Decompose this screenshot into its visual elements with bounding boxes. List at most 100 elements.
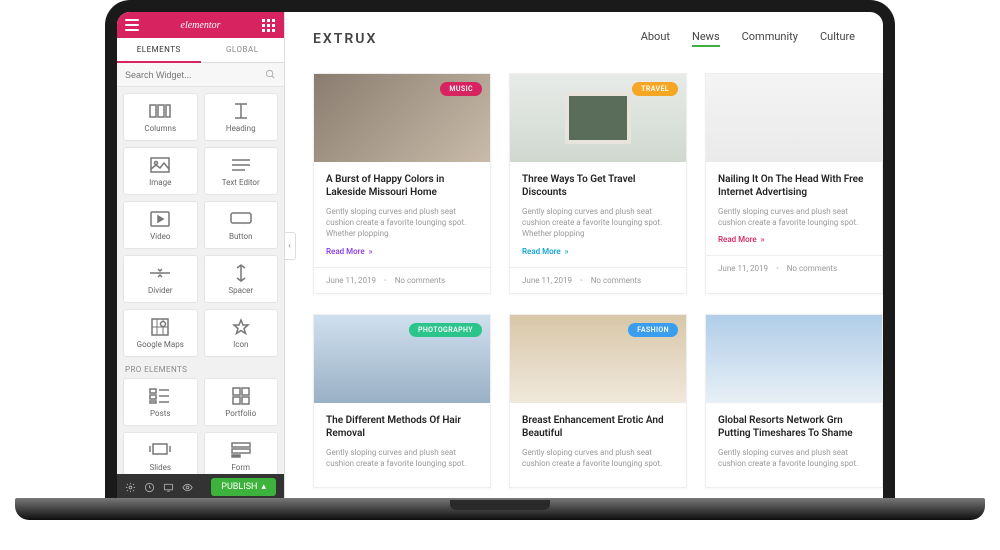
widget-image[interactable]: Image xyxy=(123,147,198,195)
post-date: June 11, 2019 xyxy=(522,276,572,285)
post-card[interactable]: FASHION Breast Enhancement Erotic And Bea… xyxy=(509,314,687,488)
tab-elements[interactable]: ELEMENTS xyxy=(117,38,201,63)
widget-divider[interactable]: Divider xyxy=(123,255,198,303)
video-icon xyxy=(150,210,170,228)
widget-list: Columns Heading Image Text Editor Video Butto… xyxy=(117,87,284,474)
editor-brand: elementor xyxy=(181,20,221,31)
columns-icon xyxy=(149,102,171,120)
category-tag[interactable]: FASHION xyxy=(628,323,678,337)
widget-google-maps[interactable]: Google Maps xyxy=(123,309,198,357)
post-date: June 11, 2019 xyxy=(326,276,376,285)
post-date: June 11, 2019 xyxy=(718,264,768,273)
widget-label: Heading xyxy=(226,124,256,133)
button-icon xyxy=(230,210,252,228)
icon-icon xyxy=(232,318,250,336)
nav-culture[interactable]: Culture xyxy=(820,30,855,47)
widget-button[interactable]: Button xyxy=(204,201,279,249)
category-tag[interactable]: MUSIC xyxy=(440,82,482,96)
search-icon xyxy=(265,69,276,80)
widget-label: Image xyxy=(149,178,171,187)
post-thumbnail: FASHION xyxy=(510,315,686,403)
spacer-icon xyxy=(233,264,249,282)
widget-heading[interactable]: Heading xyxy=(204,93,279,141)
widget-label: Form xyxy=(231,463,250,472)
nav-about[interactable]: About xyxy=(641,30,670,47)
post-card[interactable]: Global Resorts Network Grn Putting Times… xyxy=(705,314,883,488)
widget-label: Posts xyxy=(150,409,170,418)
post-card[interactable]: TRAVEL Three Ways To Get Travel Discounts… xyxy=(509,73,687,294)
nav-community[interactable]: Community xyxy=(742,30,798,47)
chevron-up-icon: ▴ xyxy=(261,482,266,492)
post-card[interactable]: MUSICA Burst of Happy Colors in Lakeside… xyxy=(313,73,491,294)
read-more-link[interactable]: Read More » xyxy=(718,235,870,244)
widget-label: Text Editor xyxy=(222,178,260,187)
widget-spacer[interactable]: Spacer xyxy=(204,255,279,303)
tab-global[interactable]: GLOBAL xyxy=(201,38,285,63)
read-more-link[interactable]: Read More » xyxy=(326,247,478,256)
widget-video[interactable]: Video xyxy=(123,201,198,249)
read-more-link[interactable]: Read More » xyxy=(522,247,674,256)
post-comments: No comments xyxy=(591,276,641,285)
post-excerpt: Gently sloping curves and plush seat cus… xyxy=(718,206,870,228)
card-meta: June 11, 2019•No comments xyxy=(510,267,686,293)
page-header: EXTRUX About News Community Culture xyxy=(313,30,855,47)
editor-topbar: elementor xyxy=(117,12,284,38)
widgets-grid-icon[interactable] xyxy=(262,18,276,32)
widget-label: Google Maps xyxy=(137,340,184,349)
widget-columns[interactable]: Columns xyxy=(123,93,198,141)
widget-text-editor[interactable]: Text Editor xyxy=(204,147,279,195)
post-title: Three Ways To Get Travel Discounts xyxy=(522,173,674,199)
widget-label: Columns xyxy=(144,124,176,133)
post-excerpt: Gently sloping curves and plush seat cus… xyxy=(522,447,674,469)
widget-label: Spacer xyxy=(228,286,253,295)
primary-nav: About News Community Culture xyxy=(641,30,855,47)
widget-form[interactable]: Form xyxy=(204,432,279,474)
nav-news[interactable]: News xyxy=(692,30,720,47)
post-excerpt: Gently sloping curves and plush seat cus… xyxy=(718,447,870,469)
post-thumbnail xyxy=(706,315,882,403)
post-thumbnail: PHOTOGRAPHY xyxy=(314,315,490,403)
image-icon xyxy=(150,156,170,174)
posts-icon xyxy=(149,387,171,405)
widget-label: Divider xyxy=(148,286,172,295)
widget-search xyxy=(117,63,284,87)
widget-posts[interactable]: Posts xyxy=(123,378,198,426)
post-thumbnail xyxy=(706,74,882,162)
widget-portfolio[interactable]: Portfolio xyxy=(204,378,279,426)
form-icon xyxy=(231,441,251,459)
panel-tabs: ELEMENTS GLOBAL xyxy=(117,38,284,63)
pro-section-title: PRO ELEMENTS xyxy=(123,357,278,378)
widget-icon[interactable]: Icon xyxy=(204,309,279,357)
post-title: Global Resorts Network Grn Putting Times… xyxy=(718,414,870,440)
post-title: Breast Enhancement Erotic And Beautiful xyxy=(522,414,674,440)
settings-icon[interactable] xyxy=(125,482,136,493)
text-editor-icon xyxy=(231,156,251,174)
responsive-icon[interactable] xyxy=(163,482,174,493)
post-thumbnail: MUSIC xyxy=(314,74,490,162)
card-meta: June 11, 2019•No comments xyxy=(314,267,490,293)
widget-label: Icon xyxy=(233,340,248,349)
widget-label: Video xyxy=(150,232,170,241)
post-excerpt: Gently sloping curves and plush seat cus… xyxy=(522,206,674,240)
slides-icon xyxy=(149,441,171,459)
category-tag[interactable]: TRAVEL xyxy=(632,82,678,96)
search-input[interactable] xyxy=(125,70,265,80)
post-card[interactable]: Nailing It On The Head With Free Interne… xyxy=(705,73,883,294)
collapse-panel-handle[interactable]: ‹ xyxy=(285,232,296,260)
widget-label: Slides xyxy=(149,463,171,472)
editor-sidebar: elementor ELEMENTS GLOBAL Columns Heading… xyxy=(117,12,285,500)
card-meta: June 11, 2019•No comments xyxy=(706,255,882,281)
widget-slides[interactable]: Slides xyxy=(123,432,198,474)
category-tag[interactable]: PHOTOGRAPHY xyxy=(409,323,482,337)
post-excerpt: Gently sloping curves and plush seat cus… xyxy=(326,206,478,240)
canvas: ‹ EXTRUX About News Community Culture MUSIC… xyxy=(285,12,883,500)
editor-footer: PUBLISH ▴ xyxy=(117,474,284,500)
post-card[interactable]: PHOTOGRAPHYThe Different Methods Of Hair… xyxy=(313,314,491,488)
publish-button[interactable]: PUBLISH ▴ xyxy=(211,478,276,496)
preview-icon[interactable] xyxy=(182,482,193,493)
site-brand: EXTRUX xyxy=(313,31,377,47)
history-icon[interactable] xyxy=(144,482,155,493)
post-comments: No comments xyxy=(395,276,445,285)
portfolio-icon xyxy=(232,387,250,405)
menu-icon[interactable] xyxy=(125,18,139,32)
